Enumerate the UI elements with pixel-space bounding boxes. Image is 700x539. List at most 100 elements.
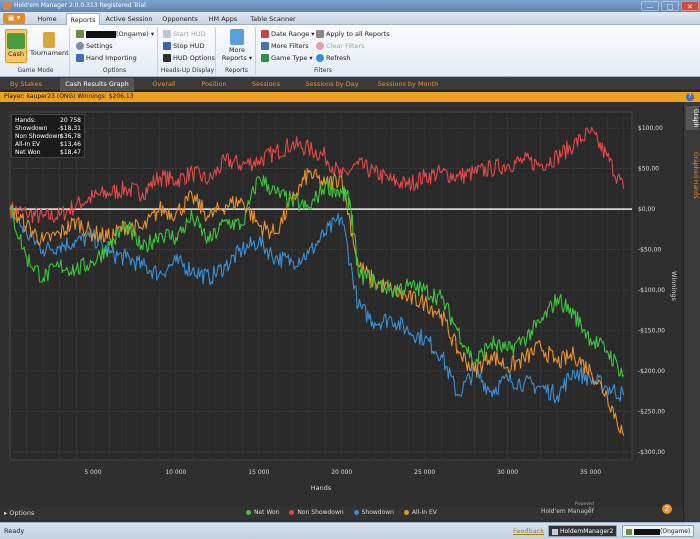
stats-row: Showdown -$18,31 bbox=[15, 125, 81, 133]
player-icon bbox=[76, 30, 84, 38]
ribbon-group-options: (Ongame) ▾ Settings Hand Importing Optio… bbox=[72, 27, 158, 75]
x-tick-label: 35 000 bbox=[580, 469, 601, 476]
x-tick-label: 15 000 bbox=[248, 469, 269, 476]
maximize-button[interactable]: □ bbox=[661, 1, 679, 11]
menu-active-session[interactable]: Active Session bbox=[104, 13, 154, 25]
legend-label: Net Won bbox=[254, 509, 280, 516]
calendar-icon bbox=[261, 30, 269, 38]
tab-cash-results-graph[interactable]: Cash Results Graph bbox=[60, 78, 134, 91]
stats-value: -$18,31 bbox=[57, 125, 81, 132]
y-tick-label: $50,00 bbox=[638, 166, 659, 173]
filters-group-title: Filters bbox=[314, 67, 332, 74]
more-reports-button[interactable]: More Reports ▾ bbox=[220, 29, 254, 62]
options-group-title: Options bbox=[102, 67, 127, 74]
player-info-bar: Player: kauper23 (ONG) Winnings: $206,13… bbox=[0, 92, 700, 102]
stats-label: All-In EV bbox=[15, 141, 40, 148]
legend-item-all-in-ev[interactable]: All-In EV bbox=[403, 507, 437, 519]
hud-group-title: Heads-Up Display bbox=[160, 67, 215, 74]
player-select[interactable]: (Ongame) ▾ bbox=[76, 29, 154, 39]
results-chart: $100,00 $50,00 $0,00 -$50,00 -$100,00 -$150,0… bbox=[9, 111, 678, 492]
refresh-label: Refresh bbox=[326, 54, 351, 62]
app-chip-label: HoldemManager2 bbox=[560, 528, 614, 535]
legend-item-showdown[interactable]: Showdown bbox=[353, 507, 394, 519]
menu-opponents[interactable]: Opponents bbox=[158, 13, 202, 25]
game-type-button[interactable]: Game Type ▾ bbox=[261, 53, 313, 63]
y-tick-label: -$50,00 bbox=[638, 247, 661, 254]
stats-value: 20 758 bbox=[60, 117, 81, 124]
reports-icon bbox=[230, 29, 244, 45]
tab-graph[interactable]: Graph bbox=[686, 106, 699, 130]
y-tick-label: -$100,00 bbox=[638, 287, 665, 294]
options-button[interactable]: ▸ Options bbox=[4, 509, 34, 518]
tab-sessions-by-day[interactable]: Sessions by Day bbox=[300, 78, 364, 91]
x-tick-label: 30 000 bbox=[497, 469, 518, 476]
refresh-button[interactable]: Refresh bbox=[316, 53, 351, 63]
refresh-icon bbox=[316, 54, 324, 62]
y-tick-label: -$300,00 bbox=[638, 449, 665, 456]
play-icon bbox=[163, 30, 171, 38]
minimize-button[interactable]: — bbox=[641, 1, 659, 11]
x-tick-label: 10 000 bbox=[165, 469, 186, 476]
more-filters-button[interactable]: More Filters bbox=[261, 41, 309, 51]
menu-hm-apps[interactable]: HM Apps bbox=[206, 13, 240, 25]
clear-icon bbox=[316, 42, 324, 50]
clear-filters-button[interactable]: Clear Filters bbox=[316, 41, 365, 51]
menu-table-scanner[interactable]: Table Scanner bbox=[246, 13, 300, 25]
apply-icon bbox=[316, 30, 324, 38]
tab-graphed-hands[interactable]: Graphed Hands bbox=[686, 144, 699, 206]
apply-all-reports-button[interactable]: Apply to all Reports bbox=[316, 29, 390, 39]
start-hud-button[interactable]: Start HUD bbox=[163, 29, 206, 39]
settings-label: Settings bbox=[86, 42, 113, 50]
tab-by-stakes[interactable]: By Stakes bbox=[6, 78, 46, 91]
date-range-button[interactable]: Date Range ▾ bbox=[261, 29, 315, 39]
legend-swatch bbox=[403, 510, 409, 515]
y-axis-label: Winnings bbox=[670, 271, 678, 301]
tournament-button[interactable]: Tournament bbox=[30, 29, 69, 63]
x-tick-label: 20 000 bbox=[331, 469, 352, 476]
tab-overall[interactable]: Overall bbox=[148, 78, 180, 91]
hud-options-button[interactable]: HUD Options bbox=[163, 53, 215, 63]
stats-value: $18,47 bbox=[60, 149, 81, 156]
app-menu-button[interactable]: ▣ ▾ bbox=[3, 13, 25, 24]
stats-row: Hands: 20 758 bbox=[15, 117, 81, 125]
legend-label: Showdown bbox=[361, 509, 394, 516]
clear-filters-label: Clear Filters bbox=[326, 42, 365, 50]
settings-button[interactable]: Settings bbox=[76, 41, 113, 51]
cash-label: Cash bbox=[7, 50, 25, 58]
menu-bar: ▣ ▾ Home Reports Active Session Opponent… bbox=[0, 12, 700, 25]
game-type-label: Game Type ▾ bbox=[271, 54, 313, 62]
tab-sessions-by-month[interactable]: Sessions by Month bbox=[374, 78, 442, 91]
window-titlebar: Hold'em Manager 2.0.0.313 Registered Tri… bbox=[0, 0, 700, 12]
ribbon-group-reports: More Reports ▾ Reports bbox=[218, 27, 256, 75]
cash-icon bbox=[7, 33, 25, 49]
menu-reports[interactable]: Reports bbox=[66, 13, 100, 25]
stats-label: Non Showdown bbox=[15, 133, 62, 140]
legend-item-net-won[interactable]: Net Won bbox=[246, 507, 280, 519]
menu-home[interactable]: Home bbox=[32, 13, 62, 25]
hud-options-label: HUD Options bbox=[173, 54, 215, 62]
ribbon: Cash Tournament Game Mode (Ongame) ▾ Set… bbox=[0, 25, 700, 77]
app-status-chip[interactable]: HoldemManager2 bbox=[548, 525, 618, 537]
stop-hud-label: Stop HUD bbox=[173, 42, 205, 50]
hm2-logo-icon: 2 bbox=[662, 504, 672, 514]
legend-item-non-showdown[interactable]: Non Showdown bbox=[289, 507, 344, 519]
reports-group-title: Reports bbox=[224, 67, 248, 74]
legend-label: All-In EV bbox=[411, 509, 437, 516]
hand-importing-button[interactable]: Hand Importing bbox=[76, 53, 137, 63]
stop-hud-button[interactable]: Stop HUD bbox=[163, 41, 205, 51]
hud-icon bbox=[163, 54, 171, 62]
stats-value: $36,78 bbox=[60, 133, 81, 140]
cash-button[interactable]: Cash bbox=[5, 29, 27, 63]
legend-swatch bbox=[246, 510, 251, 515]
close-button[interactable]: ✕ bbox=[681, 1, 699, 11]
feedback-link[interactable]: Feedback bbox=[513, 523, 544, 539]
tab-position[interactable]: Position bbox=[196, 78, 232, 91]
x-tick-label: 5 000 bbox=[84, 469, 101, 476]
tab-sessions[interactable]: Sessions bbox=[248, 78, 284, 91]
y-tick-label: -$250,00 bbox=[638, 408, 665, 415]
player-status-chip[interactable]: (Ongame) bbox=[622, 525, 695, 537]
stats-label: Net Won bbox=[15, 149, 41, 156]
help-icon[interactable]: ? bbox=[686, 93, 694, 101]
side-tabs: Graph Graphed Hands bbox=[683, 102, 700, 522]
legend-swatch bbox=[289, 510, 295, 515]
